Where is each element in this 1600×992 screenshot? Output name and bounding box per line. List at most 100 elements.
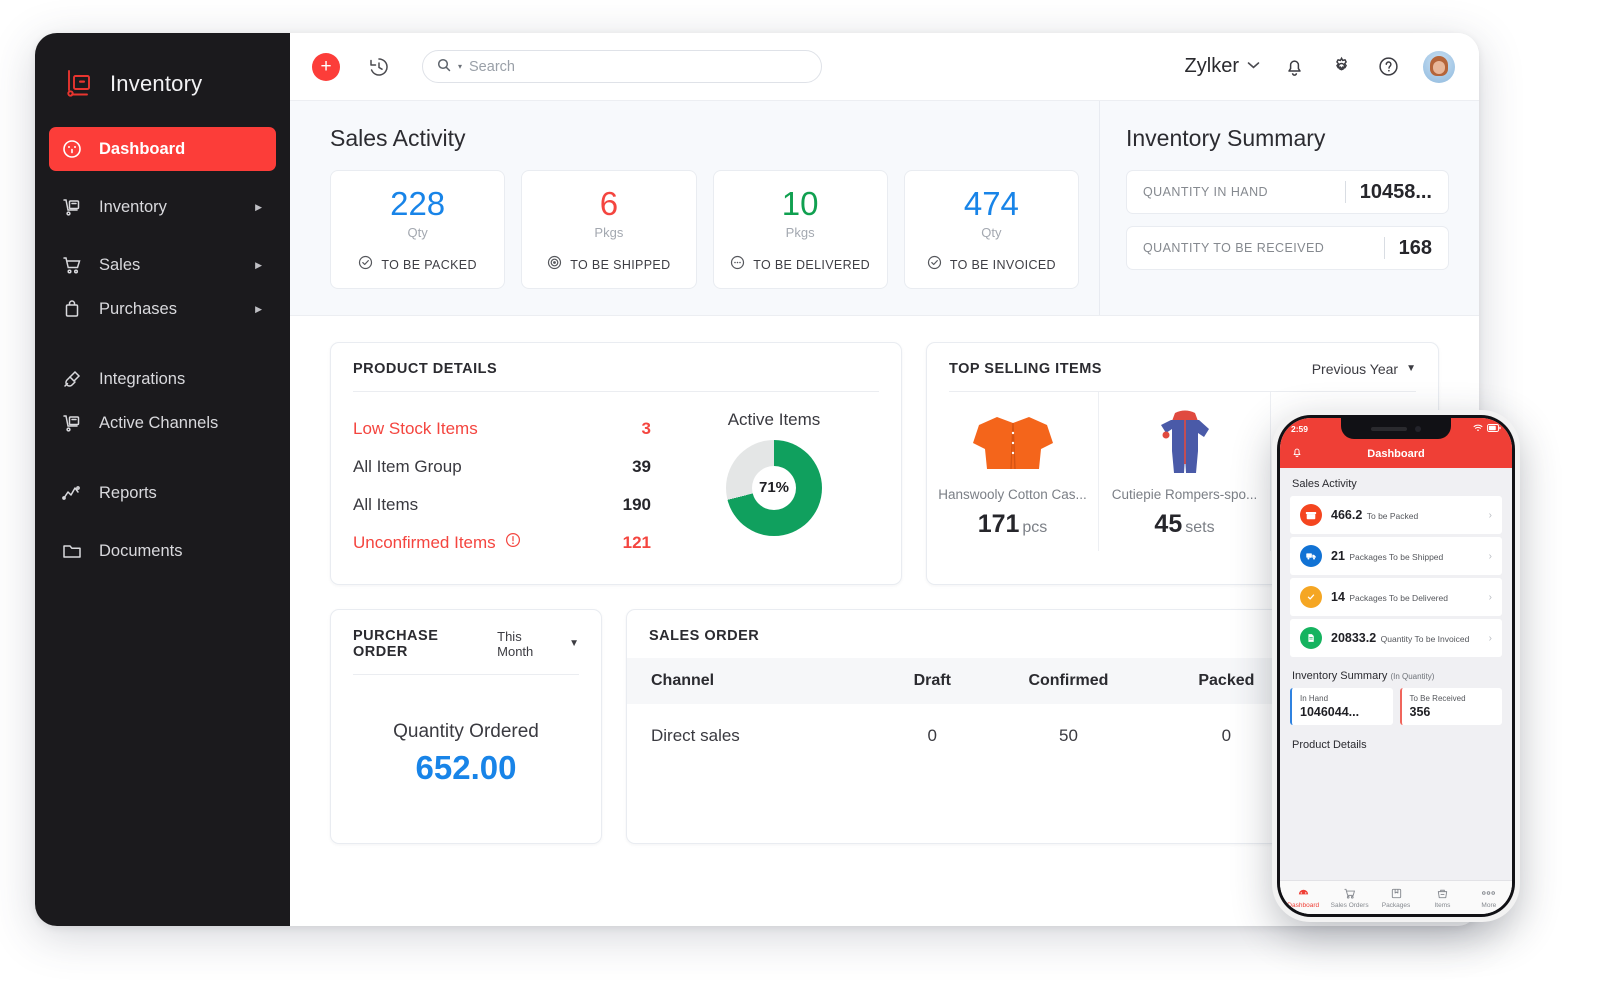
phone-tab-more[interactable]: More <box>1466 887 1512 909</box>
top-selling-period-filter[interactable]: Previous Year ▼ <box>1312 361 1416 377</box>
screenshot-stage: Inventory Dashboard Inventory ▶ Sales ▶ … <box>0 0 1600 992</box>
sales-activity-cards: 228 Qty TO BE PACKED 6 Pkgs TO BE SHIPPE… <box>330 170 1079 289</box>
brand[interactable]: Inventory <box>35 47 290 127</box>
exclamation-circle-icon <box>505 532 521 553</box>
question-circle-icon[interactable] <box>1376 54 1401 79</box>
product-detail-row-all-items[interactable]: All Items 190 <box>353 486 669 524</box>
activity-unit: Qty <box>407 224 428 240</box>
summary-value: 168 <box>1398 236 1432 259</box>
product-detail-row-low-stock-items[interactable]: Low Stock Items 3 <box>353 410 669 448</box>
filter-label: Previous Year <box>1311 360 1399 377</box>
activity-card-to-be-invoiced[interactable]: 474 Qty TO BE INVOICED <box>903 170 1079 289</box>
card-header: PRODUCT DETAILS <box>331 343 901 391</box>
phone-activity-to-be-invoiced[interactable]: 20833.2 Quantity To be Invoiced › <box>1290 619 1502 657</box>
phone-activity-to-be-delivered[interactable]: 14 Packages To be Delivered › <box>1290 578 1502 616</box>
org-switcher[interactable]: Zylker <box>1185 55 1260 78</box>
package-icon <box>1300 504 1322 526</box>
bell-icon[interactable] <box>1282 54 1307 79</box>
box-cart-icon <box>61 196 83 218</box>
check-circle-icon <box>927 255 942 275</box>
phone-activity-to-be-packed[interactable]: 466.2 To be Packed › <box>1290 496 1502 534</box>
front-camera-icon <box>1415 425 1421 432</box>
activity-card-to-be-delivered[interactable]: 10 Pkgs TO BE DELIVERED <box>712 170 888 289</box>
chevron-right-icon: › <box>1488 509 1492 521</box>
check-icon <box>1300 586 1322 608</box>
phone-activity-text: 20833.2 Quantity To be Invoiced <box>1331 629 1480 647</box>
battery-icon <box>1487 424 1501 434</box>
purchase-order-period-filter[interactable]: This Month ▼ <box>497 629 579 659</box>
sidebar-item-integrations[interactable]: Integrations <box>49 357 276 401</box>
activity-footer: TO BE INVOICED <box>911 255 1072 275</box>
top-selling-item[interactable]: Hanswooly Cotton Cas... 171 pcs <box>927 391 1099 551</box>
line-chart-icon <box>61 482 83 504</box>
activity-value: 6 <box>599 185 619 222</box>
summary-row-quantity-in-hand[interactable]: QUANTITY IN HAND 10458... <box>1126 170 1449 214</box>
sidebar-item-documents[interactable]: Documents <box>49 529 276 573</box>
phone-nav-bar: Dashboard <box>1280 440 1512 468</box>
phone-activity-text: 14 Packages To be Delivered <box>1331 588 1480 606</box>
sidebar-item-inventory[interactable]: Inventory ▶ <box>49 185 276 229</box>
top-selling-item[interactable]: Cutiepie Rompers-spo... 45 sets <box>1099 391 1271 551</box>
phone-sales-activity-title: Sales Activity <box>1292 478 1357 490</box>
summary-row-quantity-to-be-received[interactable]: QUANTITY TO BE RECEIVED 168 <box>1126 226 1449 270</box>
phone-tab-dashboard[interactable]: Dashboard <box>1280 887 1326 909</box>
top-bar-right: Zylker <box>1185 50 1455 83</box>
card-title: TOP SELLING ITEMS <box>949 360 1102 377</box>
card-title: PURCHASE ORDER <box>353 627 439 660</box>
product-detail-row-unconfirmed-items[interactable]: Unconfirmed Items 121 <box>353 524 669 562</box>
phone-tab-bar: Dashboard Sales Orders Packages Items Mo… <box>1280 880 1512 914</box>
activity-card-to-be-shipped[interactable]: 6 Pkgs TO BE SHIPPED <box>521 170 697 289</box>
row-value: 121 <box>622 532 651 552</box>
search-scope-caret-icon[interactable]: ▾ <box>458 62 462 71</box>
column-header-confirmed[interactable]: Confirmed <box>976 658 1162 704</box>
activity-label: TO BE DELIVERED <box>753 257 871 272</box>
activity-unit: Pkgs <box>785 224 815 240</box>
column-header-channel[interactable]: Channel <box>627 658 889 704</box>
sidebar-item-label: Documents <box>99 541 183 560</box>
purchase-order-card: PURCHASE ORDER This Month ▼ Quantity Ord… <box>330 608 602 844</box>
donut-chart: 71% <box>726 439 822 536</box>
clock-history-icon[interactable] <box>366 54 392 80</box>
phone-summary-to-be-received[interactable]: To Be Received 356 <box>1399 688 1502 725</box>
summary-label: QUANTITY TO BE RECEIVED <box>1143 241 1325 255</box>
phone-content: Sales Activity 466.2 To be Packed › 21 P… <box>1280 468 1512 880</box>
phone-screen: 2:59 Dashboard Sales Activity 466.2 To b… <box>1280 418 1512 914</box>
product-detail-row-all-item-group[interactable]: All Item Group 39 <box>353 448 669 486</box>
gear-icon[interactable] <box>1329 54 1354 79</box>
divider <box>1383 237 1385 259</box>
activity-label: TO BE PACKED <box>381 257 477 272</box>
search-input[interactable]: ▾ Search <box>422 50 822 83</box>
org-name: Zylker <box>1184 55 1239 77</box>
summary-strip: Sales Activity 228 Qty TO BE PACKED 6 Pk… <box>290 101 1479 316</box>
phone-tab-label: More <box>1481 901 1497 909</box>
summary-label: In Hand <box>1300 694 1329 703</box>
phone-summary-in-hand[interactable]: In Hand 1046044... <box>1290 688 1393 725</box>
status-indicators <box>1473 424 1501 434</box>
phone-inventory-summary-title: Inventory Summary <box>1292 670 1388 682</box>
sidebar-item-purchases[interactable]: Purchases ▶ <box>49 287 276 331</box>
sidebar-item-reports[interactable]: Reports <box>49 471 276 515</box>
column-header-draft[interactable]: Draft <box>889 658 976 704</box>
product-details-body: Low Stock Items 3 All Item Group 39 All … <box>331 392 901 562</box>
phone-activity-to-be-shipped[interactable]: 21 Packages To be Shipped › <box>1290 537 1502 575</box>
purchase-order-body: Quantity Ordered 652.00 <box>331 675 601 787</box>
sidebar-item-dashboard[interactable]: Dashboard <box>49 127 276 171</box>
summary-label: To Be Received <box>1409 694 1466 703</box>
card-title: SALES ORDER <box>649 627 760 644</box>
sidebar-item-sales[interactable]: Sales ▶ <box>49 243 276 287</box>
wifi-icon <box>1473 424 1483 434</box>
phone-tab-sales-orders[interactable]: Sales Orders <box>1326 887 1372 909</box>
chevron-down-icon: ▼ <box>1406 363 1416 375</box>
avatar[interactable] <box>1423 50 1455 83</box>
row-label: Low Stock Items <box>353 418 478 438</box>
sidebar-item-label: Reports <box>99 483 157 502</box>
sales-activity-section: Sales Activity 228 Qty TO BE PACKED 6 Pk… <box>290 101 1099 315</box>
phone-tab-items[interactable]: Items <box>1419 887 1465 909</box>
sidebar-item-active-channels[interactable]: Active Channels <box>49 401 276 445</box>
activity-card-to-be-packed[interactable]: 228 Qty TO BE PACKED <box>330 170 506 289</box>
add-new-button[interactable]: + <box>312 52 340 81</box>
phone-tab-packages[interactable]: Packages <box>1373 887 1419 909</box>
